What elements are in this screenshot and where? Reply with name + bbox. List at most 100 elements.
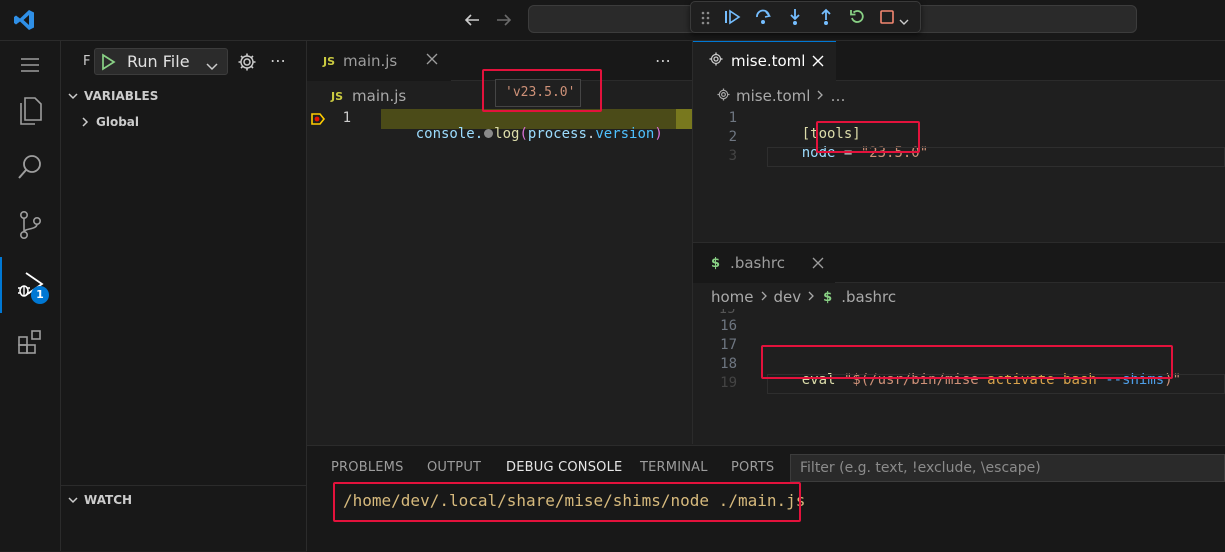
js-file-icon: JS bbox=[323, 54, 336, 68]
activity-bar: 1 bbox=[0, 41, 61, 551]
tab-label: main.js bbox=[343, 52, 398, 70]
menu-icon[interactable] bbox=[0, 41, 60, 89]
highlight-box-eval-line bbox=[761, 345, 1173, 379]
stop-icon[interactable] bbox=[879, 9, 895, 29]
code-token: version bbox=[595, 126, 655, 142]
editor-group-mise-toml: mise.toml mise.toml … 1 2 3 [tools] node… bbox=[693, 41, 1225, 241]
breadcrumb: home dev $ .bashrc bbox=[711, 287, 896, 307]
title-bar bbox=[0, 0, 1225, 41]
tab-terminal[interactable]: TERMINAL bbox=[640, 460, 708, 475]
editor-group-main-js: JS main.js ⋯ JS main.js 1 console. log(pr… bbox=[307, 41, 692, 444]
gear-icon[interactable] bbox=[237, 52, 257, 76]
run-config-dropdown[interactable]: Run File bbox=[94, 48, 228, 75]
tab-mise-toml[interactable]: mise.toml bbox=[693, 41, 836, 81]
breadcrumb: JS main.js bbox=[331, 86, 406, 106]
tab-main-js[interactable]: JS main.js bbox=[307, 41, 451, 81]
breadcrumb-home[interactable]: home bbox=[711, 288, 754, 306]
breadcrumb-file[interactable]: .bashrc bbox=[841, 288, 896, 306]
vscode-logo-icon bbox=[12, 8, 36, 32]
code-token: ( bbox=[519, 126, 528, 142]
breadcrumb-dev[interactable]: dev bbox=[774, 288, 802, 306]
tab-ports[interactable]: PORTS bbox=[731, 460, 774, 475]
gear-icon bbox=[717, 87, 730, 105]
line-number: 3 bbox=[728, 148, 737, 164]
filter-placeholder: Filter (e.g. text, !exclude, \escape) bbox=[800, 460, 1041, 476]
tab-label: mise.toml bbox=[731, 52, 806, 70]
more-actions-icon[interactable]: ⋯ bbox=[270, 51, 286, 70]
line-number: 1 bbox=[342, 110, 351, 126]
restart-icon[interactable] bbox=[848, 8, 866, 30]
debug-badge: 1 bbox=[31, 286, 49, 304]
breadcrumb-file[interactable]: mise.toml bbox=[736, 87, 810, 105]
start-debugging-icon[interactable] bbox=[100, 53, 116, 75]
global-scope-item[interactable]: Global bbox=[79, 112, 139, 132]
tab-bashrc[interactable]: $ .bashrc bbox=[693, 243, 835, 283]
drag-handle-icon[interactable] bbox=[701, 10, 711, 29]
breadcrumb-file[interactable]: main.js bbox=[352, 87, 406, 105]
chevron-right-icon bbox=[82, 117, 89, 127]
chevron-right-icon bbox=[807, 288, 815, 306]
watch-label: WATCH bbox=[84, 493, 133, 507]
chevron-right-icon bbox=[760, 288, 768, 306]
line-number: 17 bbox=[720, 337, 737, 353]
inline-breakpoint-dot[interactable] bbox=[484, 129, 494, 138]
step-out-icon[interactable] bbox=[817, 8, 835, 30]
variables-label: VARIABLES bbox=[84, 89, 159, 103]
filter-input[interactable]: Filter (e.g. text, !exclude, \escape) bbox=[790, 454, 1225, 482]
search-icon[interactable] bbox=[0, 143, 60, 191]
dollar-icon: $ bbox=[711, 255, 721, 271]
close-icon[interactable] bbox=[425, 52, 439, 70]
source-control-icon[interactable] bbox=[0, 201, 60, 249]
chevron-right-icon bbox=[816, 87, 824, 105]
code-token: process bbox=[527, 126, 587, 142]
highlight-box-console bbox=[333, 482, 801, 522]
code-token: console. bbox=[415, 126, 484, 142]
bottom-panel: PROBLEMS OUTPUT DEBUG CONSOLE TERMINAL P… bbox=[307, 445, 1225, 552]
scrollbar-marker bbox=[676, 109, 692, 129]
highlight-box-node-version bbox=[816, 121, 920, 153]
chevron-down-icon bbox=[68, 497, 78, 504]
variables-section-header[interactable]: VARIABLES bbox=[67, 86, 158, 106]
global-label: Global bbox=[96, 115, 140, 129]
close-icon[interactable] bbox=[811, 256, 825, 274]
gear-icon bbox=[709, 52, 723, 70]
more-actions-icon[interactable]: ⋯ bbox=[655, 51, 671, 70]
line-number: 19 bbox=[720, 375, 737, 391]
step-over-icon[interactable] bbox=[754, 8, 772, 30]
explorer-icon[interactable] bbox=[0, 87, 60, 135]
line-number: 2 bbox=[728, 129, 737, 145]
watch-section-header[interactable]: WATCH bbox=[67, 490, 132, 510]
code-token: log bbox=[494, 126, 520, 142]
dollar-icon: $ bbox=[823, 289, 833, 305]
forward-arrow-icon[interactable] bbox=[493, 9, 515, 31]
back-arrow-icon[interactable] bbox=[461, 9, 483, 31]
chevron-down-icon[interactable] bbox=[206, 57, 218, 76]
debug-toolbar bbox=[690, 1, 921, 33]
stop-dropdown-chevron-icon[interactable] bbox=[899, 12, 909, 31]
step-into-icon[interactable] bbox=[786, 8, 804, 30]
js-file-icon: JS bbox=[331, 89, 344, 103]
breadcrumb-more[interactable]: … bbox=[830, 87, 845, 105]
highlight-box-hover bbox=[482, 69, 602, 112]
run-config-label: Run File bbox=[127, 52, 190, 71]
tab-output[interactable]: OUTPUT bbox=[427, 460, 481, 475]
tab-label: .bashrc bbox=[730, 254, 785, 272]
watch-section-divider bbox=[61, 485, 306, 486]
line-number: 18 bbox=[720, 356, 737, 372]
tab-debug-console[interactable]: DEBUG CONSOLE bbox=[506, 460, 622, 475]
sidebar-title: F bbox=[83, 54, 91, 69]
run-and-debug-icon[interactable] bbox=[0, 261, 60, 309]
tab-problems[interactable]: PROBLEMS bbox=[331, 460, 404, 475]
debug-sidebar: F Run File ⋯ VARIABLES Global WATCH bbox=[61, 41, 307, 551]
close-icon[interactable] bbox=[811, 54, 825, 72]
line-number: 1 bbox=[728, 110, 737, 126]
breadcrumb: mise.toml … bbox=[717, 86, 845, 106]
editor-group-bashrc: $ .bashrc home dev $ .bashrc 15 16 17 18… bbox=[693, 243, 1225, 444]
chevron-down-icon bbox=[68, 93, 78, 100]
extensions-icon[interactable] bbox=[0, 317, 60, 365]
editor-tab-bar: mise.toml bbox=[693, 41, 1225, 81]
line-number: 16 bbox=[720, 318, 737, 334]
continue-icon[interactable] bbox=[723, 8, 741, 30]
editor-tab-bar: $ .bashrc bbox=[693, 243, 1225, 283]
code-line-1[interactable]: console. log(process.version) bbox=[382, 110, 663, 158]
